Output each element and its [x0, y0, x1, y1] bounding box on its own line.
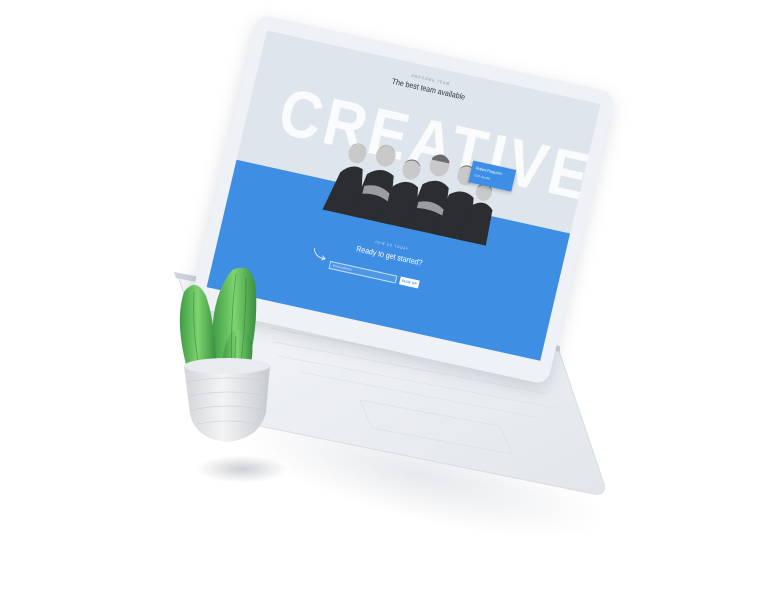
- curved-arrow-icon: [313, 248, 326, 261]
- pot-rim: [184, 358, 270, 374]
- signup-button[interactable]: SIGN UP: [399, 276, 420, 289]
- plant-shadow: [196, 455, 288, 483]
- laptop-mockup-scene: awesome team The best team available CRE…: [0, 0, 768, 607]
- cactus-plant: [179, 267, 270, 442]
- callout-role: CEO, founder: [473, 173, 491, 181]
- email-input[interactable]: [328, 260, 398, 284]
